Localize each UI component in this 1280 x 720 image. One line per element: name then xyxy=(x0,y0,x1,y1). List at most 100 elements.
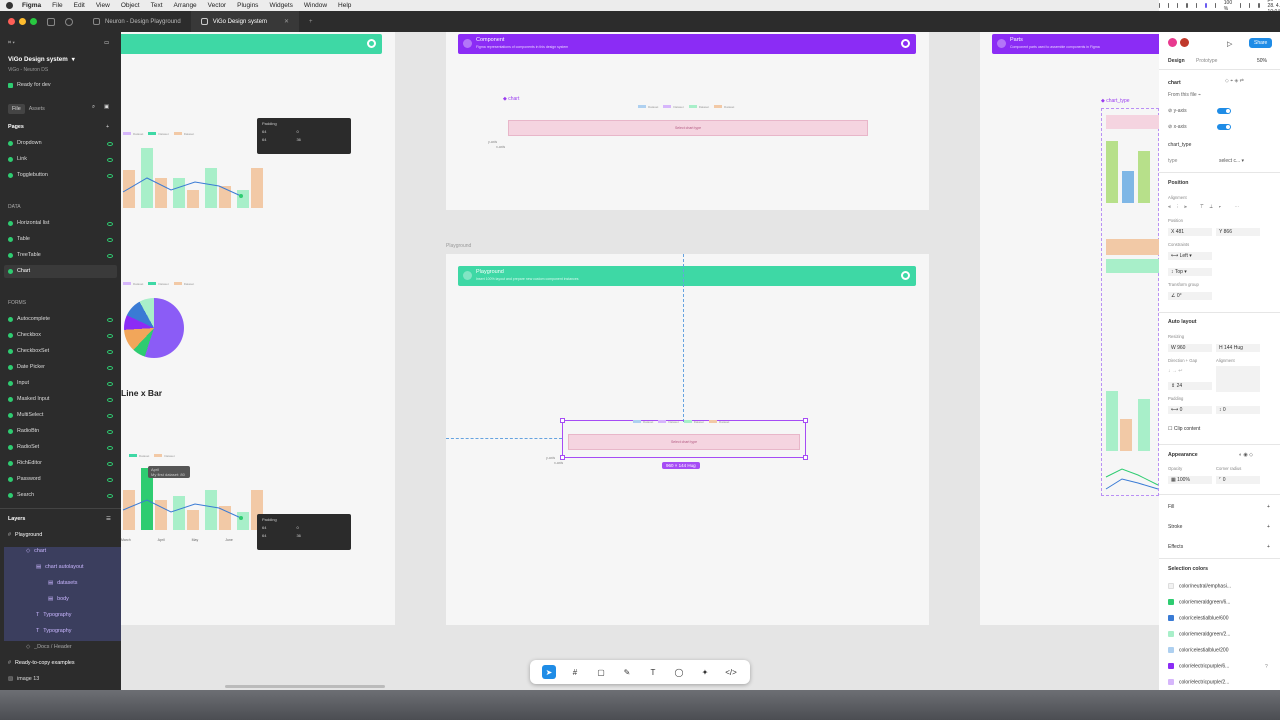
page-item-radioset[interactable]: RadioSet xyxy=(8,444,39,450)
padding-value[interactable]: 64 xyxy=(262,525,266,530)
layer-typography-2[interactable]: T Typography xyxy=(36,628,71,634)
pie-chart[interactable] xyxy=(124,298,184,358)
sidebar-toggle-icon[interactable] xyxy=(47,17,55,26)
line-bar-chart-2[interactable] xyxy=(121,464,266,530)
y-input[interactable]: Y 866 xyxy=(1216,228,1260,236)
selected-chart-instance[interactable]: Dataset Dataset Dataset Dataset Select c… xyxy=(560,418,808,460)
status-icon-active[interactable] xyxy=(1204,3,1207,8)
tab-assets[interactable]: Assets xyxy=(29,106,45,112)
menu-view[interactable]: View xyxy=(96,2,110,9)
component-frame[interactable]: Component Figma representations of compo… xyxy=(446,32,929,210)
layer-datasets[interactable]: ▤ datasets xyxy=(48,580,77,586)
appearance-icons[interactable]: ◐ ◉ ◇ xyxy=(1239,452,1253,458)
page-item-checkboxset[interactable]: CheckboxSet xyxy=(8,348,49,354)
panel-icon[interactable]: ▣ xyxy=(104,104,109,110)
ready-for-dev[interactable]: Ready for dev xyxy=(8,82,51,88)
control-center-icon[interactable] xyxy=(1258,3,1260,8)
add-stroke-icon[interactable]: + xyxy=(1267,524,1270,530)
avatar[interactable] xyxy=(1168,38,1177,47)
present-icon[interactable]: ▷ xyxy=(1227,40,1232,48)
status-icon[interactable] xyxy=(1177,3,1179,8)
zoom-level[interactable]: 50% xyxy=(1257,58,1267,64)
resize-handle[interactable] xyxy=(803,455,808,460)
layer-chart[interactable]: ◇ chart xyxy=(26,548,46,554)
share-button[interactable]: Share xyxy=(1249,38,1273,48)
playground-frame[interactable]: Playground Insert 100% layout and prepar… xyxy=(446,254,929,625)
menu-app[interactable]: Figma xyxy=(22,2,41,9)
layer-chart-autolayout[interactable]: ▤ chart autolayout xyxy=(36,564,83,570)
menu-file[interactable]: File xyxy=(52,2,62,9)
y-axis-toggle[interactable] xyxy=(1217,108,1231,114)
padding-value[interactable]: 64 xyxy=(262,533,266,538)
padding-popover-1[interactable]: Padding 64 0 64 36 xyxy=(257,118,351,154)
padding-v-input[interactable]: ↕ 0 xyxy=(1216,406,1260,414)
component-name[interactable]: chart xyxy=(1168,80,1181,86)
page-item-horizontal-list[interactable]: Horizontal list xyxy=(8,220,49,226)
padding-popover-2[interactable]: Padding 64 0 64 36 xyxy=(257,514,351,550)
add-page-icon[interactable]: + xyxy=(106,124,109,130)
rotation-input[interactable]: ∠ 0° xyxy=(1168,292,1212,300)
layout-icon[interactable]: ▭ xyxy=(104,40,109,46)
select-chart-type-placeholder[interactable]: Select chart type xyxy=(568,434,800,450)
page-item-password[interactable]: Password xyxy=(8,476,41,482)
maximize-window-icon[interactable] xyxy=(30,18,37,25)
constraint-horizontal[interactable]: ⟷ Left ▾ xyxy=(1168,252,1212,260)
minimize-window-icon[interactable] xyxy=(19,18,26,25)
comment-tool-icon[interactable]: ◯ xyxy=(672,665,686,679)
dev-mode-icon[interactable]: </> xyxy=(724,665,738,679)
color-row[interactable]: color/electricpurple/6... xyxy=(1168,663,1229,669)
chart-component-label[interactable]: ◆ chart xyxy=(503,96,519,102)
constraint-vertical[interactable]: ↕ Top ▾ xyxy=(1168,268,1212,276)
x-input[interactable]: X 481 xyxy=(1168,228,1212,236)
frame-tool-icon[interactable]: # xyxy=(568,665,582,679)
layer-playground[interactable]: # Playground xyxy=(8,532,42,538)
page-item-autocomplete[interactable]: Autocomplete xyxy=(8,316,50,322)
alignment-buttons[interactable]: ⫷⫶⫸ ⊤⊥⊦ ⋯ xyxy=(1168,204,1245,210)
opacity-input[interactable]: ▦ 100% xyxy=(1168,476,1212,484)
search-icon[interactable]: ⌕ xyxy=(92,104,95,111)
resize-handle[interactable] xyxy=(560,418,565,423)
layer-image-13[interactable]: ▨ image 13 xyxy=(8,676,39,682)
add-fill-icon[interactable]: + xyxy=(1267,504,1270,510)
color-row[interactable]: color/celestialblue/600 xyxy=(1168,615,1228,621)
status-icon[interactable] xyxy=(1195,3,1197,8)
avatar[interactable] xyxy=(1180,38,1189,47)
close-window-icon[interactable] xyxy=(8,18,15,25)
padding-value[interactable]: 64 xyxy=(262,137,266,142)
wifi-icon[interactable] xyxy=(1214,3,1216,8)
padding-h-input[interactable]: ⟷ 0 xyxy=(1168,406,1212,414)
page-item-multiselect[interactable]: MultiSelect xyxy=(8,412,43,418)
component-actions-icons[interactable]: ◇ ⌖ ◈ ⇄ xyxy=(1225,78,1244,84)
page-item-togglebutton[interactable]: Togglebutton xyxy=(8,172,48,178)
padding-value[interactable]: 0 xyxy=(296,129,298,134)
pen-tool-icon[interactable]: ✎ xyxy=(620,665,634,679)
close-tab-icon[interactable]: ✕ xyxy=(284,18,289,25)
status-icon[interactable] xyxy=(1159,3,1161,8)
parts-frame[interactable]: Parts Component parts used to assemble c… xyxy=(980,32,1159,625)
line-bar-chart-1[interactable] xyxy=(121,142,266,208)
page-item-link[interactable]: Link xyxy=(8,156,27,162)
menu-plugins[interactable]: Plugins xyxy=(237,2,258,9)
page-item-date-picker[interactable]: Date Picker xyxy=(8,364,45,370)
resize-handle[interactable] xyxy=(803,418,808,423)
canvas-scrollbar[interactable] xyxy=(225,685,385,688)
page-item-checkbox[interactable]: Checkbox xyxy=(8,332,41,338)
menu-arrange[interactable]: Arrange xyxy=(174,2,197,9)
menu-text[interactable]: Text xyxy=(151,2,163,9)
direction-buttons[interactable]: ↓ → ↩ xyxy=(1168,368,1182,374)
tab-prototype[interactable]: Prototype xyxy=(1196,58,1217,64)
clip-content-checkbox[interactable]: ☐ Clip content xyxy=(1168,426,1200,432)
color-row[interactable]: color/celestialblue/200 xyxy=(1168,647,1228,653)
padding-value[interactable]: 36 xyxy=(296,533,300,538)
battery-icon[interactable] xyxy=(1240,3,1242,8)
color-row[interactable]: color/emeraldgreen/6... xyxy=(1168,599,1230,605)
page-item-dropdown[interactable]: Dropdown xyxy=(8,140,42,146)
layer-typography-1[interactable]: T Typography xyxy=(36,612,71,618)
page-item-treetable[interactable]: TreeTable xyxy=(8,252,41,258)
select-chart-type-placeholder[interactable]: Select chart type xyxy=(508,120,868,136)
status-icon[interactable] xyxy=(1168,3,1170,8)
color-row[interactable]: color/electricpurple/2... xyxy=(1168,679,1229,685)
tab-file[interactable]: File xyxy=(8,104,25,114)
playground-frame-label[interactable]: Playground xyxy=(446,243,471,249)
gap-input[interactable]: ⇕ 24 xyxy=(1168,382,1212,390)
